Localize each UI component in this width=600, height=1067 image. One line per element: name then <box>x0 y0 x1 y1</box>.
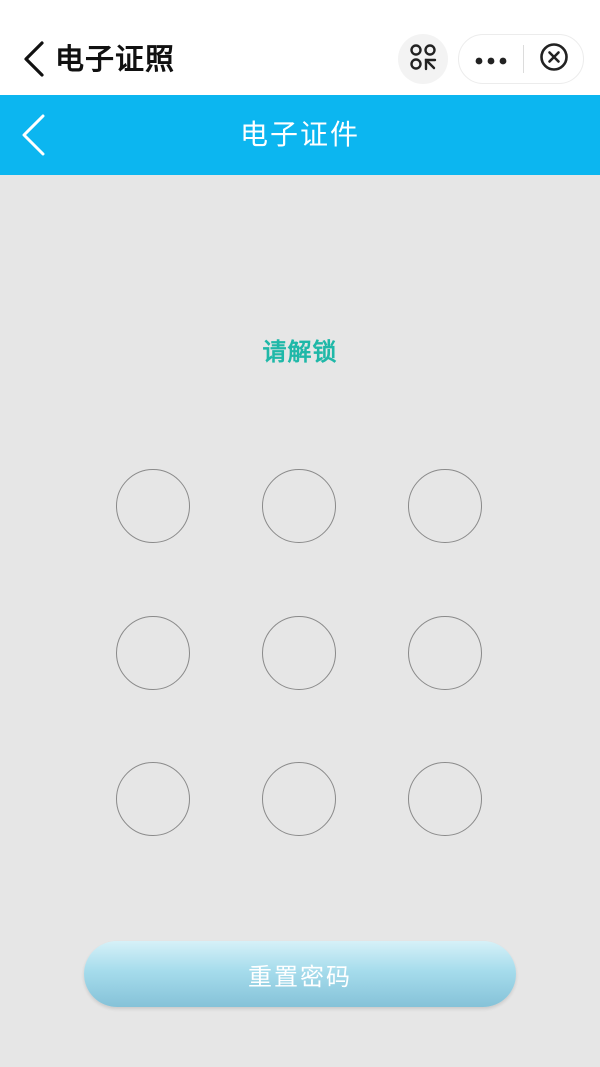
back-chevron-icon[interactable] <box>22 40 46 78</box>
pattern-dot-9[interactable] <box>408 762 482 836</box>
back-chevron-icon <box>18 114 48 161</box>
pattern-dot-4[interactable] <box>116 616 190 690</box>
unlock-prompt: 请解锁 <box>262 338 338 366</box>
more-button[interactable] <box>459 35 523 83</box>
mini-program-bar: 电子证照 <box>0 0 600 95</box>
pattern-dot-7[interactable] <box>116 762 190 836</box>
scan-button[interactable] <box>398 34 448 84</box>
mini-program-title: 电子证照 <box>55 42 176 76</box>
pattern-dot-3[interactable] <box>408 469 482 543</box>
pattern-dot-6[interactable] <box>408 616 482 690</box>
close-button[interactable] <box>524 35 583 83</box>
pattern-dot-2[interactable] <box>262 469 336 543</box>
reset-password-button[interactable]: 重置密码 <box>84 941 516 1007</box>
page-title: 电子证件 <box>239 118 360 151</box>
scan-icon <box>409 43 437 75</box>
more-icon <box>475 50 507 69</box>
page-header: 电子证件 <box>0 95 600 175</box>
pattern-dot-8[interactable] <box>262 762 336 836</box>
pattern-dot-1[interactable] <box>116 469 190 543</box>
pattern-dot-5[interactable] <box>262 616 336 690</box>
header-back-button[interactable] <box>18 113 48 157</box>
capsule-menu <box>458 34 584 84</box>
close-circle-icon <box>539 42 569 76</box>
